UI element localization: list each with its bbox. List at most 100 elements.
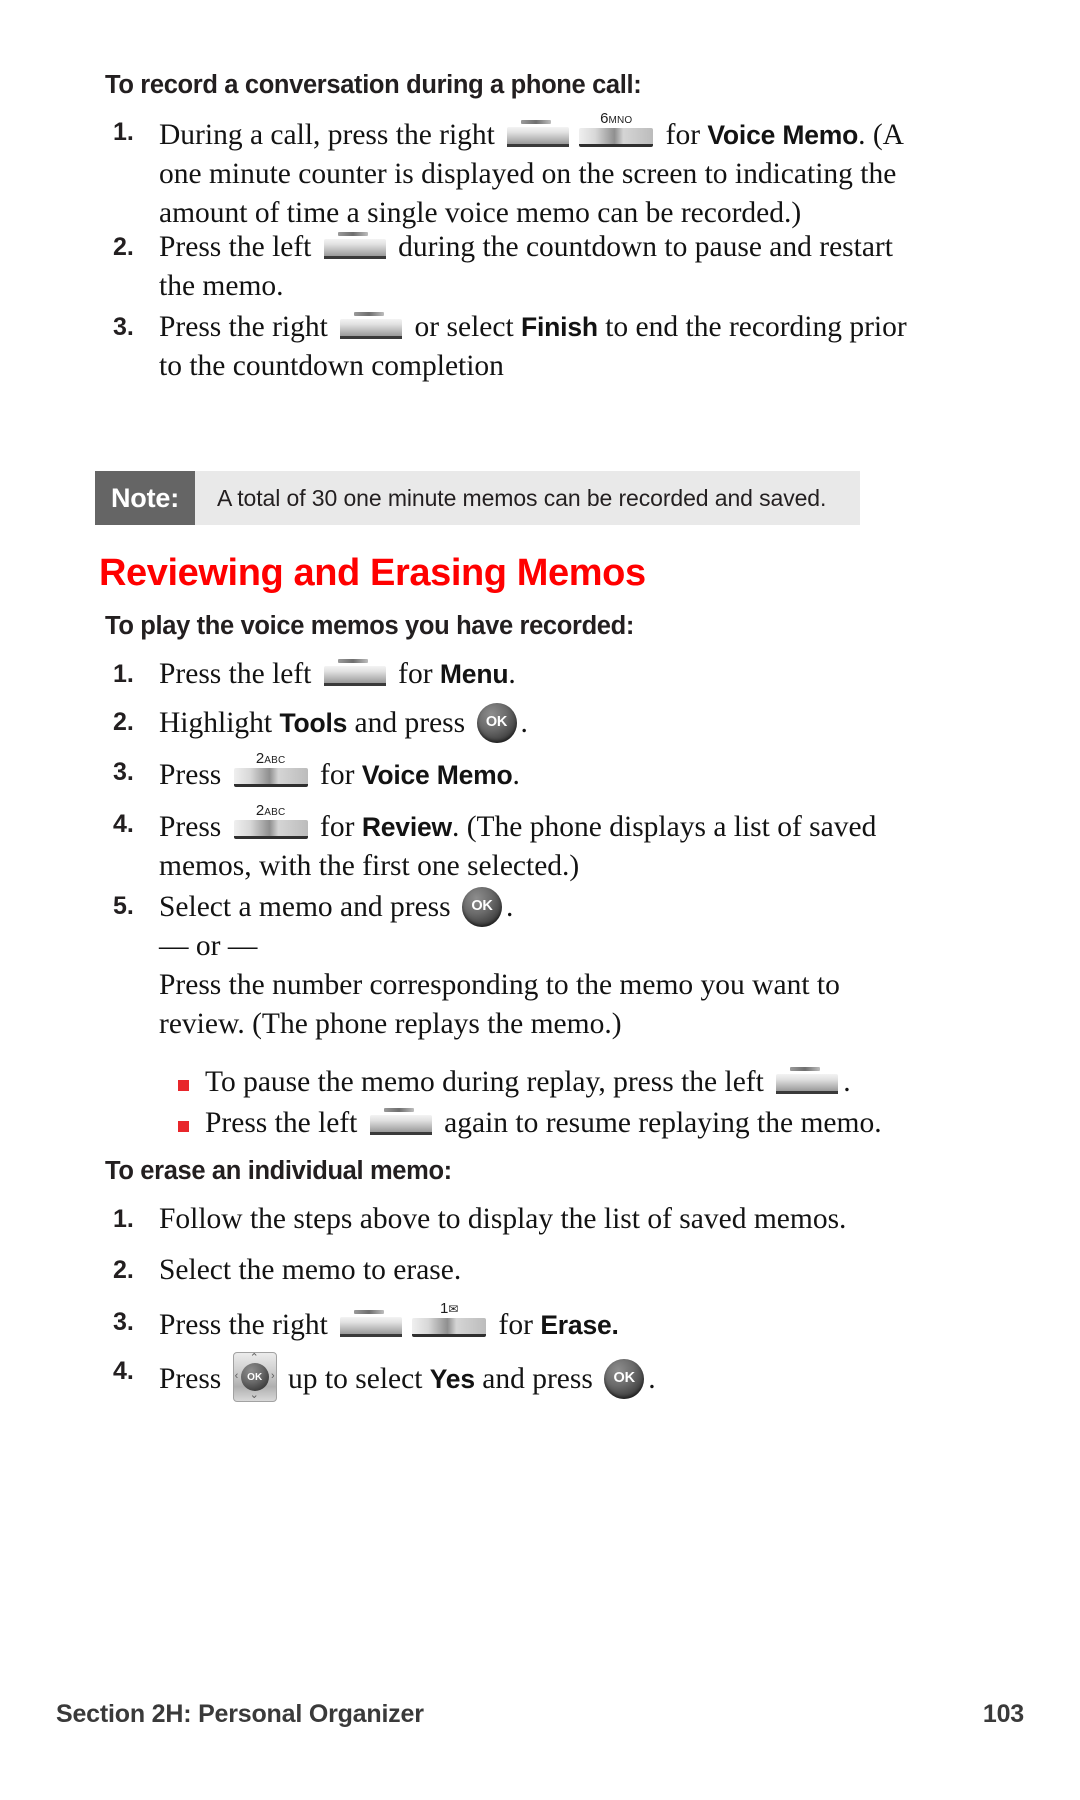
step-continuation-line: the memo.: [159, 270, 284, 302]
step-continuation-line: one minute counter is displayed on the s…: [159, 158, 897, 190]
bullet-text-part: Press the left: [205, 1107, 365, 1139]
bullet-resume-memo: Press the left again to resume replaying…: [178, 1104, 938, 1143]
ok-key-icon[interactable]: OK: [462, 887, 503, 927]
bullet-text: Press the left again to resume replaying…: [205, 1104, 882, 1143]
step-number: 3.: [113, 1308, 134, 1336]
bullet-text-part: .: [843, 1066, 851, 1098]
softkey-blank-icon[interactable]: [323, 230, 386, 260]
step-bold-erase: Erase.: [540, 1310, 619, 1340]
step-number: 4.: [113, 810, 134, 838]
step-number: 4.: [113, 1357, 134, 1385]
step-text: During a call, press the right 6MNO for …: [159, 111, 904, 233]
numkey-label-main: 2: [255, 750, 265, 767]
numkey-label-sub: ABC: [264, 807, 286, 818]
step-text-part: .: [508, 658, 516, 690]
softkey-blank-icon[interactable]: [340, 1308, 403, 1338]
numkey-label-sub: MNO: [608, 115, 633, 126]
ok-key-label: OK: [485, 714, 508, 730]
step-continuation-line: Press the number corresponding to the me…: [159, 969, 840, 1001]
step-text-part: for: [312, 811, 362, 843]
step-text-part: Press the right: [159, 1309, 336, 1341]
step-text: Press the right or select Finish to end …: [159, 308, 907, 386]
step-bold-review: Review: [361, 812, 452, 842]
step-text: Select a memo and press OK. — or — Press…: [159, 887, 840, 1044]
softkey-blank-icon[interactable]: [776, 1065, 839, 1095]
nav-up-arrow-icon[interactable]: ⌃: [250, 1353, 259, 1364]
step-play-1: 1. Press the left for Menu.: [113, 655, 913, 694]
step-record-1: 1. During a call, press the right 6MNO f…: [113, 111, 913, 233]
ok-key-label: OK: [613, 1370, 636, 1386]
step-text-part: Press the left: [159, 231, 319, 263]
numkey-6-mno-icon[interactable]: 6MNO: [579, 111, 654, 149]
step-record-3: 3. Press the right or select Finish to e…: [113, 308, 923, 386]
step-erase-2: 2. Select the memo to erase.: [113, 1251, 943, 1290]
softkey-blank-icon[interactable]: [369, 1106, 432, 1136]
step-text-part: Press: [159, 811, 229, 843]
step-number: 2.: [113, 1256, 134, 1284]
bullet-text-part: again to resume replaying the memo.: [436, 1107, 882, 1139]
numkey-1-envelope-icon[interactable]: 1✉: [412, 1301, 487, 1339]
numkey-label-sub: ✉: [448, 1302, 459, 1316]
step-text-part: Press the right: [159, 311, 336, 343]
step-text-part: Press the left: [159, 658, 319, 690]
step-number: 2.: [113, 233, 134, 261]
ok-key-label: OK: [471, 898, 493, 914]
step-text-part: and press: [474, 1363, 601, 1395]
step-text-part: for: [491, 1309, 541, 1341]
step-text-part: Press: [159, 1363, 229, 1395]
step-bold-menu: Menu: [439, 659, 509, 689]
step-text: Press the left for Menu.: [159, 655, 516, 694]
step-continuation-line: to the countdown completion: [159, 350, 504, 382]
page-number: 103: [982, 1700, 1024, 1728]
nav-ok-label: OK: [247, 1371, 263, 1383]
ok-key-icon[interactable]: OK: [604, 1359, 645, 1399]
step-text-part: During a call, press the right: [159, 119, 503, 151]
step-play-3: 3. Press 2ABC for Voice Memo.: [113, 750, 913, 795]
page-footer: Section 2H: Personal Organizer 103: [56, 1700, 1024, 1729]
bullet-text: To pause the memo during replay, press t…: [205, 1063, 851, 1102]
step-text: Press OK ⌃ ⌄ ‹ › up to select Yes and press …: [159, 1352, 656, 1402]
section-heading-record: To record a conversation during a phone …: [105, 71, 642, 99]
footer-section-label: Section 2H: Personal Organizer: [56, 1700, 424, 1728]
square-bullet-icon: [178, 1080, 189, 1091]
step-record-2: 2. Press the left during the countdown t…: [113, 228, 923, 306]
step-text-part: to end the recording prior: [597, 311, 907, 343]
document-page: To record a conversation during a phone …: [0, 0, 1080, 1800]
step-continuation-line: memos, with the first one selected.): [159, 850, 580, 882]
step-text-part: and press: [347, 707, 473, 739]
step-text-part: up to select: [280, 1363, 430, 1395]
square-bullet-icon: [178, 1121, 189, 1132]
navigation-key-icon[interactable]: OK ⌃ ⌄ ‹ ›: [232, 1352, 277, 1402]
step-text: Press the left during the countdown to p…: [159, 228, 893, 306]
softkey-blank-icon[interactable]: [340, 310, 403, 340]
step-bold-voice-memo: Voice Memo: [361, 760, 513, 790]
note-label: Note:: [95, 471, 195, 525]
nav-left-arrow-icon[interactable]: ‹: [235, 1371, 239, 1382]
ok-key-icon[interactable]: OK: [476, 703, 517, 743]
step-text-part: Highlight: [159, 707, 280, 739]
step-continuation-line: review. (The phone replays the memo.): [159, 1008, 622, 1040]
nav-right-arrow-icon[interactable]: ›: [271, 1371, 275, 1382]
step-text: Highlight Tools and press OK.: [159, 703, 528, 743]
step-bold-yes: Yes: [429, 1364, 475, 1394]
step-number: 1.: [113, 1205, 134, 1233]
note-text: A total of 30 one minute memos can be re…: [217, 484, 827, 511]
step-text: Follow the steps above to display the li…: [159, 1203, 847, 1235]
step-number: 2.: [113, 708, 134, 736]
step-text-part: .: [648, 1363, 656, 1395]
step-erase-1: 1. Follow the steps above to display the…: [113, 1200, 943, 1239]
softkey-blank-icon[interactable]: [507, 118, 570, 148]
step-bold-tools: Tools: [279, 708, 348, 738]
numkey-label-main: 2: [255, 802, 265, 819]
step-text: Press 2ABC for Review. (The phone displa…: [159, 802, 876, 886]
or-separator: — or —: [159, 930, 258, 962]
numkey-label-sub: ABC: [264, 755, 286, 766]
step-text-part: for: [390, 658, 440, 690]
step-number: 3.: [113, 758, 134, 786]
numkey-2-abc-icon[interactable]: 2ABC: [233, 750, 308, 789]
softkey-blank-icon[interactable]: [323, 657, 386, 687]
step-text: Select the memo to erase.: [159, 1254, 462, 1286]
nav-down-arrow-icon[interactable]: ⌄: [250, 1390, 259, 1401]
numkey-2-abc-icon[interactable]: 2ABC: [233, 802, 308, 841]
page-title-reviewing-erasing-memos: Reviewing and Erasing Memos: [99, 552, 646, 594]
